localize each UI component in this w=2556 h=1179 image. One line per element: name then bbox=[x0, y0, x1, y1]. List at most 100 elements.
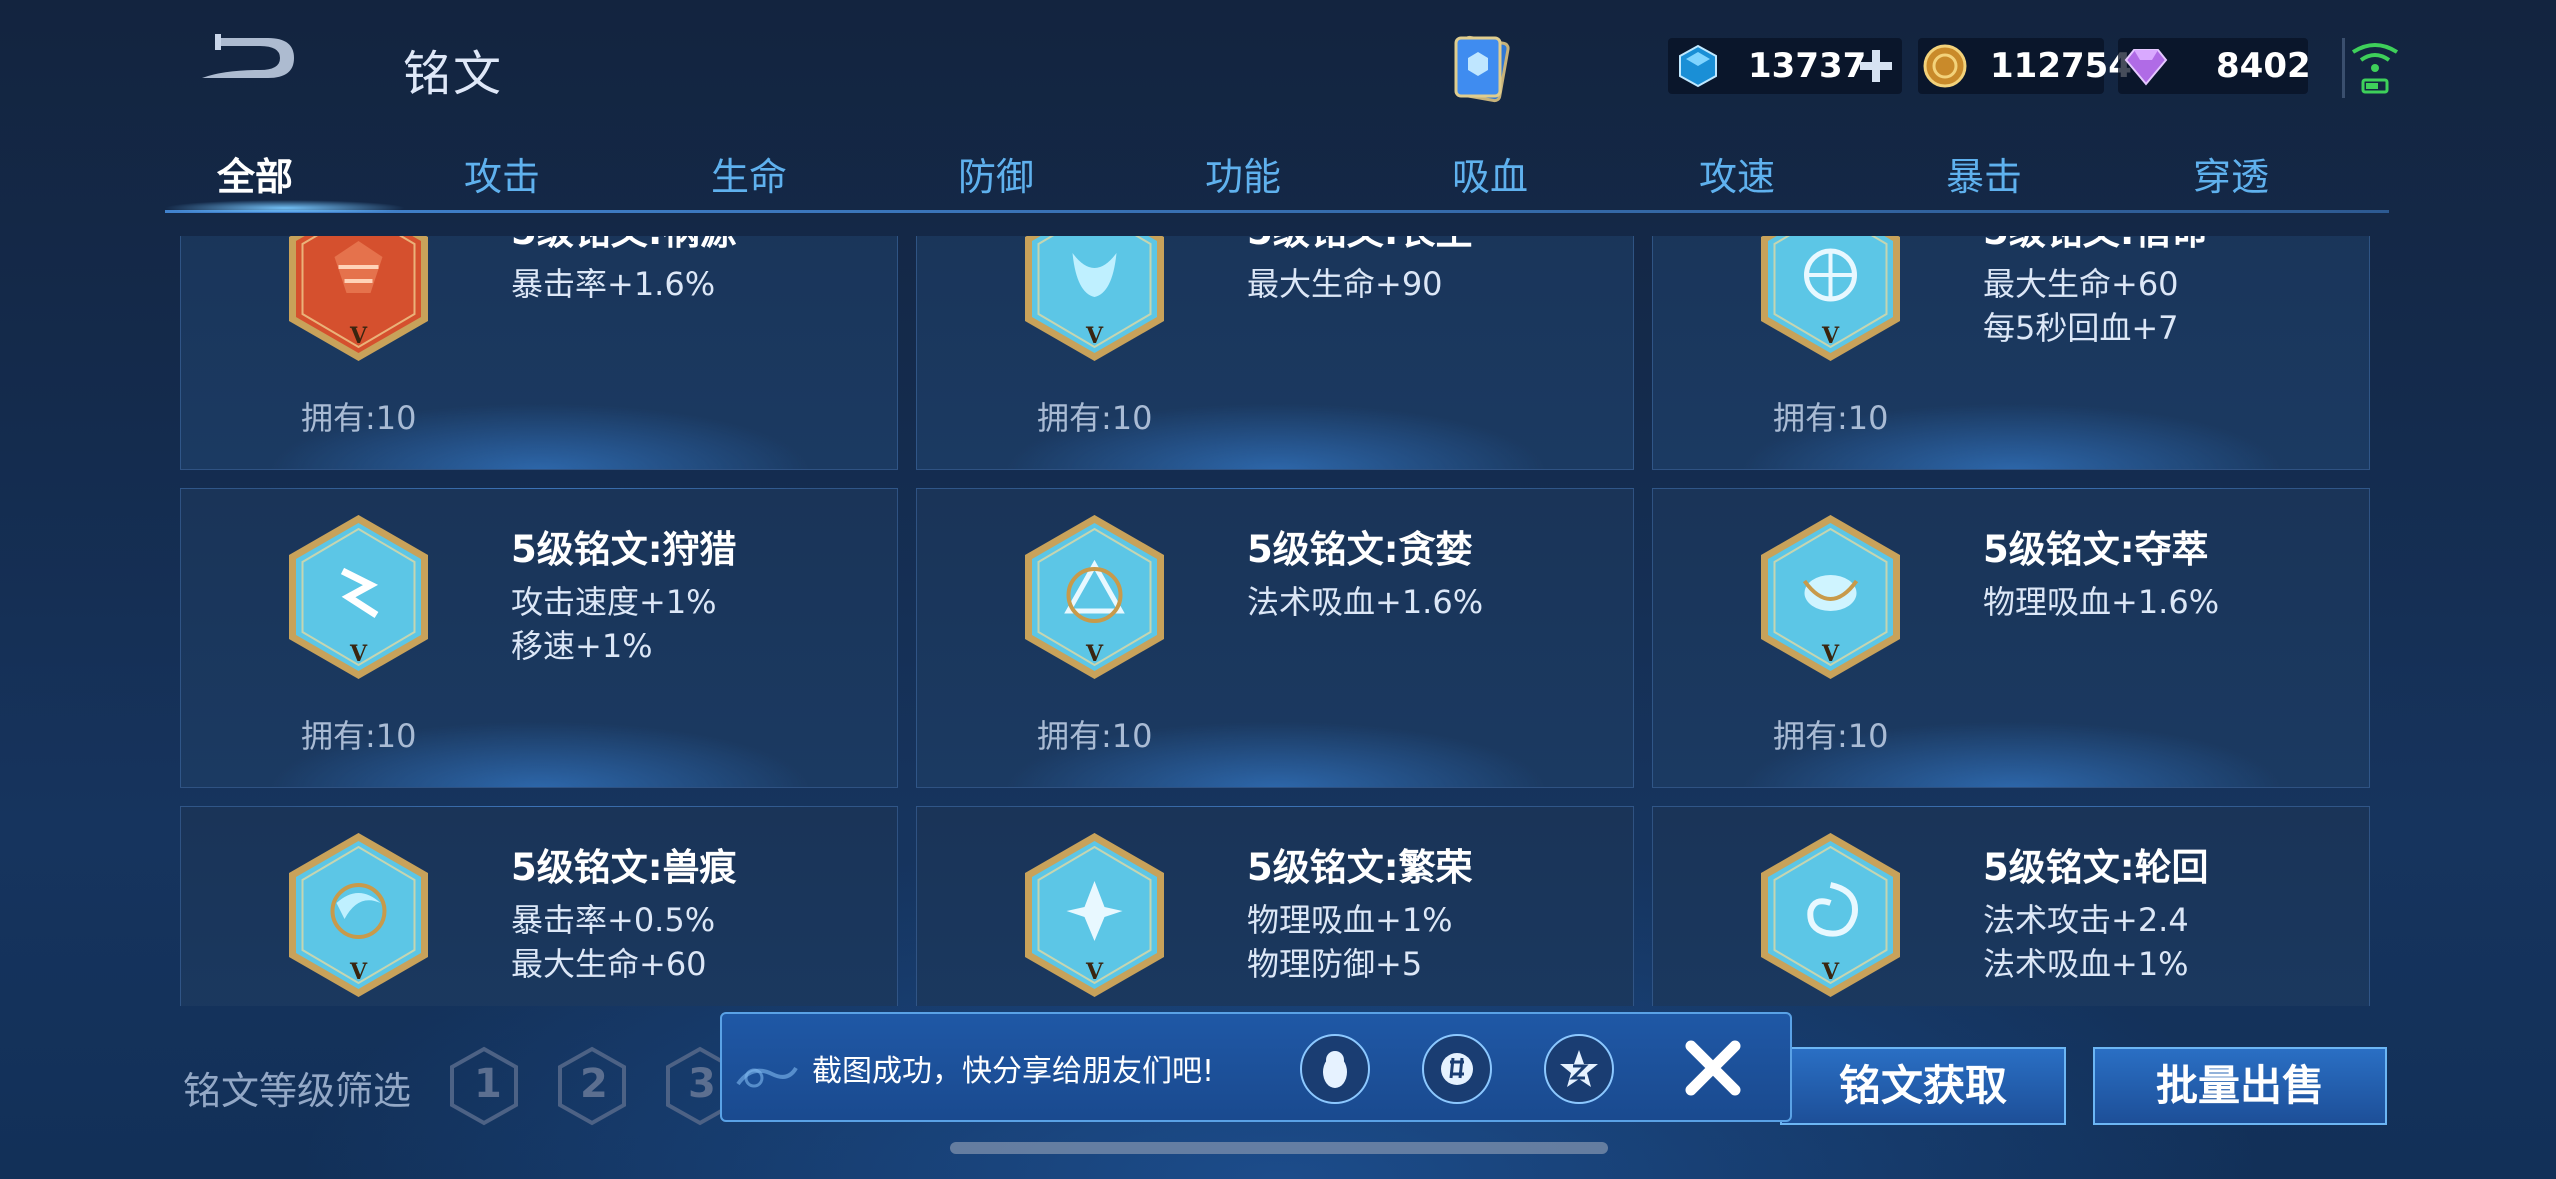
tab-penetration[interactable]: 穿透 bbox=[2131, 146, 2331, 201]
rune-name: 5级铭文:宿命 bbox=[1983, 236, 2209, 255]
level-number: 3 bbox=[688, 1061, 716, 1107]
close-icon bbox=[1685, 1040, 1741, 1096]
get-runes-button[interactable]: 铭文获取 bbox=[1780, 1047, 2066, 1125]
rune-name: 5级铭文:祸源 bbox=[511, 236, 737, 255]
rune-card[interactable]: V 5级铭文:夺萃 物理吸血+1.6% 拥有:10 bbox=[1652, 488, 2370, 788]
home-indicator-bar[interactable] bbox=[950, 1142, 1608, 1154]
rune-hexagon-icon: V bbox=[1761, 515, 1900, 680]
rune-attribute: 法术吸血+1% bbox=[1983, 945, 2189, 983]
rune-level-mark: V bbox=[349, 641, 368, 667]
rune-level-mark: V bbox=[1085, 959, 1104, 985]
rune-name: 5级铭文:兽痕 bbox=[511, 846, 737, 889]
tab-function[interactable]: 功能 bbox=[1143, 146, 1343, 201]
rune-attribute: 暴击率+0.5% bbox=[511, 901, 716, 939]
rune-attribute: 物理吸血+1% bbox=[1247, 901, 1453, 939]
tab-all[interactable]: 全部 bbox=[155, 146, 355, 201]
bulk-sell-button[interactable]: 批量出售 bbox=[2093, 1047, 2387, 1125]
rune-attribute: 最大生命+60 bbox=[511, 945, 707, 983]
rune-attribute: 移速+1% bbox=[511, 627, 653, 665]
wechat-moments-icon bbox=[1441, 1053, 1473, 1085]
tab-underline bbox=[165, 210, 2389, 213]
rune-hexagon-icon: V bbox=[1761, 236, 1900, 362]
share-qzone-button[interactable] bbox=[1544, 1034, 1614, 1104]
rune-level-mark: V bbox=[1821, 959, 1840, 985]
rune-owned-count: 拥有:10 bbox=[1773, 717, 1889, 755]
rune-card[interactable]: V5级铭文:繁荣物理吸血+1%物理防御+5拥有:10 bbox=[916, 806, 1634, 1006]
rune-hexagon-icon: V bbox=[289, 515, 428, 680]
gold-currency: 112754 bbox=[1918, 38, 2132, 94]
rune-owned-count: 拥有:10 bbox=[301, 717, 417, 755]
toast-message: 截图成功，快分享给朋友们吧! bbox=[812, 1054, 1215, 1089]
wifi-battery-status bbox=[2345, 38, 2405, 98]
rune-owned-count: 拥有:10 bbox=[301, 399, 417, 437]
tab-critical[interactable]: 暴击 bbox=[1884, 146, 2084, 201]
close-toast-button[interactable] bbox=[1677, 1032, 1749, 1104]
level-filter-1[interactable]: 1 bbox=[448, 1045, 520, 1127]
cloud-swirl-icon bbox=[736, 1066, 798, 1088]
tab-health[interactable]: 生命 bbox=[649, 146, 849, 201]
share-moments-button[interactable] bbox=[1422, 1034, 1492, 1104]
wifi-icon bbox=[2351, 43, 2399, 94]
rune-hexagon-icon: V bbox=[289, 833, 428, 998]
rune-owned-count: 拥有:10 bbox=[1037, 717, 1153, 755]
rune-attribute: 最大生命+90 bbox=[1247, 265, 1443, 303]
rune-card[interactable]: V 5级铭文:祸源暴击率+1.6% 拥有:10 bbox=[180, 236, 898, 470]
tab-attack[interactable]: 攻击 bbox=[402, 146, 602, 201]
crystal-currency: 13737 bbox=[1668, 38, 1902, 94]
rune-book-button[interactable] bbox=[1448, 30, 1518, 110]
level-filter-label: 铭文等级筛选 bbox=[183, 1069, 412, 1113]
add-crystal-plus-icon[interactable] bbox=[1858, 48, 1894, 84]
screenshot-share-toast: 截图成功，快分享给朋友们吧! bbox=[720, 1012, 1792, 1122]
rune-owned-count: 拥有:10 bbox=[1037, 399, 1153, 437]
rune-level-mark: V bbox=[349, 323, 368, 349]
rune-card[interactable]: V5级铭文:轮回法术攻击+2.4法术吸血+1%拥有:10 bbox=[1652, 806, 2370, 1006]
status-divider bbox=[2342, 38, 2345, 98]
level-number: 2 bbox=[580, 1061, 608, 1107]
level-number: 1 bbox=[474, 1061, 502, 1107]
rune-name: 5级铭文:繁荣 bbox=[1247, 846, 1473, 889]
rune-attribute: 法术攻击+2.4 bbox=[1983, 901, 2189, 939]
rune-attribute: 物理防御+5 bbox=[1247, 945, 1423, 983]
rune-attribute: 最大生命+60 bbox=[1983, 265, 2179, 303]
qq-penguin-icon bbox=[1323, 1051, 1347, 1088]
category-tabs: 全部 攻击 生命 防御 功能 吸血 攻速 暴击 穿透 bbox=[165, 132, 2389, 212]
tab-defense[interactable]: 防御 bbox=[896, 146, 1096, 201]
gold-amount: 112754 bbox=[1990, 46, 2132, 86]
active-tab-indicator bbox=[165, 198, 405, 212]
rune-name: 5级铭文:长生 bbox=[1247, 236, 1473, 255]
rune-attribute: 攻击速度+1% bbox=[511, 583, 717, 621]
rune-attribute: 法术吸血+1.6% bbox=[1247, 583, 1484, 621]
level-filter-2[interactable]: 2 bbox=[556, 1045, 628, 1127]
share-qq-button[interactable] bbox=[1300, 1034, 1370, 1104]
rune-hexagon-icon: V bbox=[1025, 515, 1164, 680]
rune-name: 5级铭文:狩猎 bbox=[511, 528, 737, 571]
rune-book-icon bbox=[1454, 35, 1510, 103]
diamond-currency: 8402 bbox=[2118, 38, 2311, 94]
rune-hexagon-icon: V bbox=[1025, 833, 1164, 998]
rune-level-mark: V bbox=[1085, 323, 1104, 349]
rune-grid: V 5级铭文:祸源暴击率+1.6% 拥有:10 V 5级铭文:长生最大生命+90 拥有:1… bbox=[180, 236, 2380, 1006]
rune-name: 5级铭文:夺萃 bbox=[1983, 528, 2209, 571]
tab-attack-speed[interactable]: 攻速 bbox=[1637, 146, 1837, 201]
rune-card[interactable]: V 5级铭文:宿命最大生命+60 每5秒回血+7 拥有:10 bbox=[1652, 236, 2370, 470]
rune-owned-count: 拥有:10 bbox=[1773, 399, 1889, 437]
rune-hexagon-icon: V bbox=[1761, 833, 1900, 998]
rune-name: 5级铭文:贪婪 bbox=[1247, 528, 1473, 571]
rune-card[interactable]: V 5级铭文:贪婪法术吸血+1.6% 拥有:10 bbox=[916, 488, 1634, 788]
tab-lifesteal[interactable]: 吸血 bbox=[1390, 146, 1590, 201]
rune-card[interactable]: V 5级铭文:狩猎攻击速度+1% 移速+1% 拥有:10 bbox=[180, 488, 898, 788]
rune-attribute: 每5秒回血+7 bbox=[1983, 309, 2179, 347]
gold-coin-icon bbox=[1923, 44, 1967, 88]
rune-hexagon-icon: V bbox=[289, 236, 428, 362]
diamond-amount: 8402 bbox=[2216, 46, 2311, 86]
rune-hexagon-icon: V bbox=[1025, 236, 1164, 362]
rune-level-mark: V bbox=[1821, 323, 1840, 349]
rune-level-mark: V bbox=[349, 959, 368, 985]
rune-card[interactable]: V 5级铭文:长生最大生命+90 拥有:10 bbox=[916, 236, 1634, 470]
rune-level-mark: V bbox=[1821, 641, 1840, 667]
back-button[interactable] bbox=[190, 30, 300, 90]
rune-card[interactable]: V5级铭文:兽痕暴击率+0.5%最大生命+60拥有:10 bbox=[180, 806, 898, 1006]
crystal-amount: 13737 bbox=[1748, 46, 1867, 86]
purple-diamond-icon bbox=[2124, 49, 2168, 86]
rune-attribute: 暴击率+1.6% bbox=[511, 265, 716, 303]
